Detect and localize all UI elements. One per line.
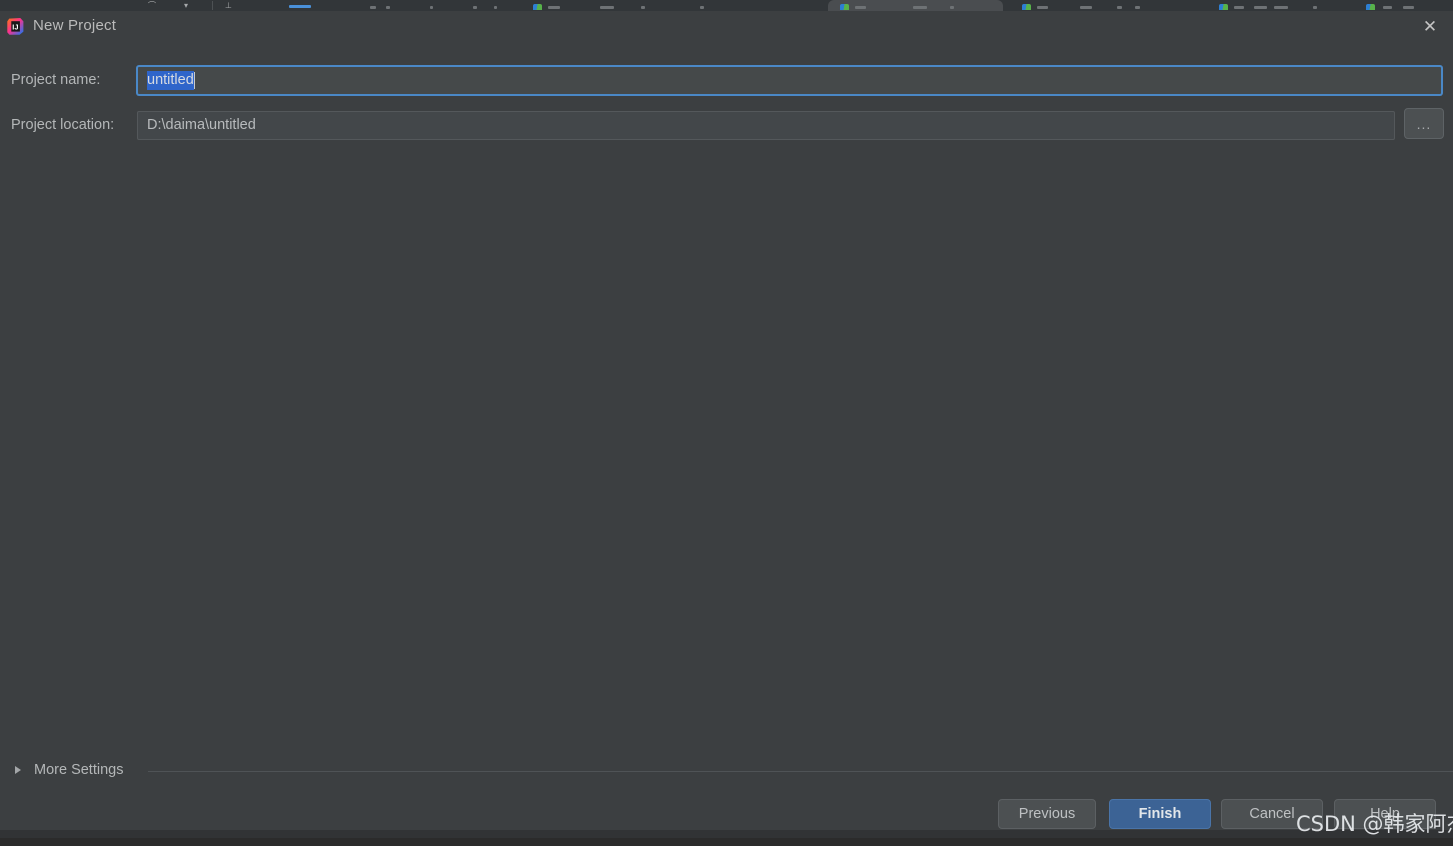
dialog-title: New Project — [33, 17, 117, 34]
chevron-down-icon: ▾ — [184, 1, 189, 10]
more-settings-label[interactable]: More Settings — [34, 762, 123, 778]
tab-title-placeholder — [1254, 6, 1267, 9]
tab-highlight — [289, 5, 311, 8]
tab-title-placeholder — [950, 6, 954, 9]
tab-title-placeholder — [913, 6, 927, 9]
svg-text:IJ: IJ — [12, 22, 18, 31]
window-bottom-edge — [0, 830, 1453, 838]
tab-title-placeholder — [430, 6, 433, 9]
tab-title-placeholder — [600, 6, 614, 9]
tab-favicon — [840, 4, 849, 10]
tab-favicon — [1022, 4, 1031, 10]
tab-title-placeholder — [548, 6, 560, 9]
history-icon: ⌒ — [148, 1, 156, 10]
tab-title-placeholder — [1117, 6, 1122, 9]
help-button[interactable]: Help — [1334, 799, 1436, 829]
project-location-label: Project location: — [11, 117, 115, 133]
browse-folder-button[interactable]: ... — [1404, 108, 1444, 139]
intellij-idea-logo-icon: IJ — [7, 18, 24, 35]
tab-title-placeholder — [473, 6, 477, 9]
close-icon[interactable]: ✕ — [1407, 11, 1453, 42]
tab-favicon — [533, 4, 542, 10]
background-browser-tabstrip: ⌒ ▾ ⊥ — [0, 0, 1453, 11]
project-name-value: untitled — [147, 70, 194, 90]
tab-title-placeholder — [855, 6, 866, 9]
tab-title-placeholder — [386, 6, 390, 9]
tab-title-placeholder — [1135, 6, 1140, 9]
tab-title-placeholder — [1313, 6, 1317, 9]
cancel-button[interactable]: Cancel — [1221, 799, 1323, 829]
new-project-dialog: IJ New Project ✕ Project name: untitled … — [0, 11, 1453, 838]
download-icon: ⊥ — [225, 1, 232, 10]
project-name-input[interactable]: untitled — [137, 65, 1442, 95]
previous-button[interactable]: Previous — [998, 799, 1096, 829]
more-settings-section[interactable]: More Settings — [0, 760, 1453, 784]
tab-title-placeholder — [700, 6, 704, 9]
dialog-button-bar: Previous Finish Cancel Help — [0, 799, 1453, 829]
tab-title-placeholder — [370, 6, 376, 9]
tab-title-placeholder — [1383, 6, 1392, 9]
section-separator — [148, 771, 1453, 772]
tab-title-placeholder — [1274, 6, 1288, 9]
tab-title-placeholder — [494, 6, 497, 9]
project-name-label: Project name: — [11, 72, 101, 88]
tab-title-placeholder — [1403, 6, 1414, 9]
tab-title-placeholder — [1037, 6, 1048, 9]
project-location-input[interactable]: D:\daima\untitled — [137, 110, 1395, 140]
tab-title-placeholder — [641, 6, 645, 9]
project-location-row: Project location: D:\daima\untitled ... — [0, 108, 1453, 142]
toolbar-divider — [212, 1, 213, 10]
tab-title-placeholder — [1080, 6, 1092, 9]
finish-button[interactable]: Finish — [1109, 799, 1211, 829]
tab-title-placeholder — [1234, 6, 1244, 9]
text-caret — [193, 71, 195, 89]
tab-favicon — [1219, 4, 1228, 10]
dialog-titlebar: IJ New Project ✕ — [0, 11, 1453, 42]
project-name-row: Project name: untitled — [0, 63, 1453, 97]
chevron-right-icon[interactable] — [15, 766, 21, 774]
project-location-value: D:\daima\untitled — [147, 117, 256, 133]
tab-favicon — [1366, 4, 1375, 10]
